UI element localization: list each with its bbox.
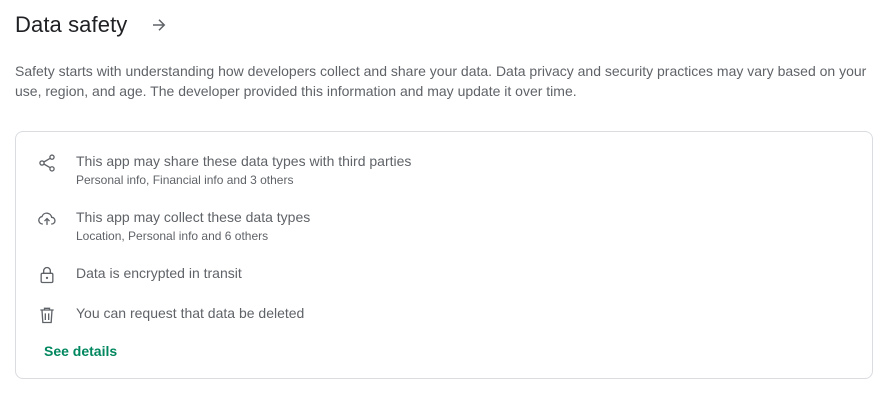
list-item-encrypted: Data is encrypted in transit [36, 264, 242, 286]
section-header: Data safety [15, 12, 172, 38]
item-primary-text: Data is encrypted in transit [76, 265, 242, 281]
section-description: Safety starts with understanding how dev… [15, 63, 867, 99]
see-details-link[interactable]: See details [44, 343, 117, 359]
item-primary-text: This app may collect these data types [76, 209, 311, 225]
data-safety-section: Data safety Safety starts with understan… [0, 0, 891, 407]
share-icon [36, 152, 58, 174]
section-title: Data safety [15, 12, 128, 37]
item-secondary-text: Location, Personal info and 6 others [76, 229, 269, 243]
item-secondary-text: Personal info, Financial info and 3 othe… [76, 173, 294, 187]
arrow-forward-icon [153, 19, 166, 31]
data-safety-card: This app may share these data types with… [15, 131, 873, 379]
list-item-share: This app may share these data types with… [36, 152, 411, 187]
list-item-collect: This app may collect these data types Lo… [36, 208, 310, 243]
item-primary-text: This app may share these data types with… [76, 153, 412, 169]
lock-icon [36, 264, 58, 286]
cloud-upload-icon [36, 208, 58, 230]
trash-icon [36, 304, 58, 326]
item-primary-text: You can request that data be deleted [76, 305, 305, 321]
list-item-delete: You can request that data be deleted [36, 304, 304, 326]
see-more-button[interactable] [146, 12, 172, 38]
